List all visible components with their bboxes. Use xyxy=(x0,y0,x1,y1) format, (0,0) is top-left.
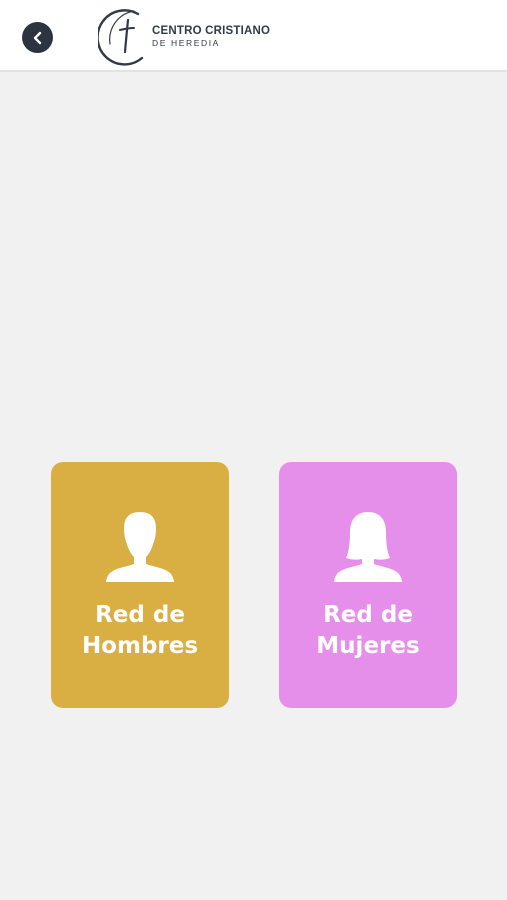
cross-circle-logo-icon xyxy=(98,9,144,66)
men-network-card[interactable]: Red de Hombres xyxy=(51,462,229,708)
logo-text: CENTRO CRISTIANO DE HEREDIA xyxy=(152,25,270,49)
main-content: Red de Hombres Red de Mujeres xyxy=(0,74,507,900)
men-label-line2: Hombres xyxy=(81,633,199,659)
women-network-label: Red de Mujeres xyxy=(288,600,448,662)
woman-silhouette-icon xyxy=(334,512,402,582)
logo-title: CENTRO CRISTIANO xyxy=(152,25,271,37)
women-network-card[interactable]: Red de Mujeres xyxy=(279,462,457,708)
women-label-line2: Mujeres xyxy=(316,633,420,659)
men-network-label: Red de Hombres xyxy=(60,600,220,662)
logo-subtitle: DE HEREDIA xyxy=(152,38,220,48)
back-button[interactable] xyxy=(22,22,53,53)
women-label-line1: Red de xyxy=(323,602,413,628)
app-header: CENTRO CRISTIANO DE HEREDIA xyxy=(0,0,507,72)
chevron-left-icon xyxy=(33,31,41,44)
church-logo[interactable]: CENTRO CRISTIANO DE HEREDIA xyxy=(98,6,270,68)
man-silhouette-icon xyxy=(106,512,174,582)
men-label-line1: Red de xyxy=(95,602,185,628)
